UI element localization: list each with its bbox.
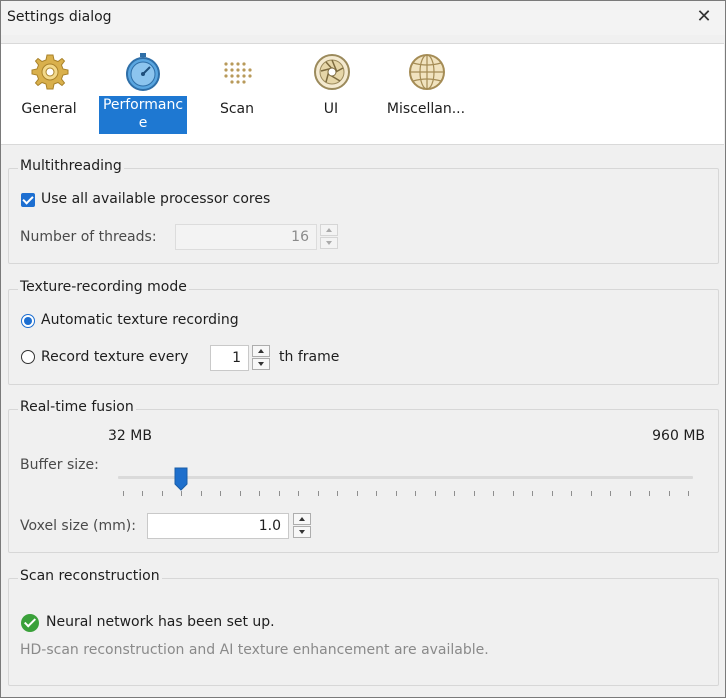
tab-general[interactable]: General <box>4 48 94 134</box>
voxel-size-stepper[interactable] <box>293 513 311 539</box>
multithreading-group: Multithreading <box>8 158 719 264</box>
slider-tick <box>552 491 553 496</box>
dialog-title: Settings dialog <box>7 9 112 25</box>
reconstruction-title: Scan reconstruction <box>18 568 162 584</box>
slider-tick <box>474 491 475 496</box>
reconstruction-status: Neural network has been set up. <box>46 614 275 630</box>
slider-tick <box>630 491 631 496</box>
buffer-size-slider-track[interactable] <box>118 476 693 479</box>
threads-decrement-button[interactable] <box>320 237 338 249</box>
slider-tick <box>513 491 514 496</box>
slider-tick <box>162 491 163 496</box>
texture-recording-title: Texture-recording mode <box>18 279 189 295</box>
slider-tick <box>142 491 143 496</box>
multithreading-title: Multithreading <box>18 158 124 174</box>
slider-tick <box>318 491 319 496</box>
buffer-min-label: 32 MB <box>108 428 152 444</box>
fusion-title: Real-time fusion <box>18 399 136 415</box>
threads-stepper[interactable] <box>320 224 338 250</box>
record-every-label: Record texture every <box>41 349 189 365</box>
settings-category-toolbar: General Performance Scan UI Miscellan... <box>1 43 724 145</box>
slider-tick <box>337 491 338 496</box>
slider-tick <box>415 491 416 496</box>
voxel-size-label: Voxel size (mm): <box>20 518 136 534</box>
record-every-radio[interactable] <box>21 350 35 364</box>
tab-miscellaneous-label: Miscellan... <box>386 101 466 117</box>
record-every-suffix: th frame <box>279 349 340 365</box>
slider-tick <box>201 491 202 496</box>
settings-dialog: Settings dialog ✕ General Performance Sc… <box>0 0 726 698</box>
stopwatch-icon <box>126 53 160 91</box>
slider-tick <box>220 491 221 496</box>
buffer-max-label: 960 MB <box>652 428 705 444</box>
slider-tick <box>532 491 533 496</box>
reconstruction-info: HD-scan reconstruction and AI texture en… <box>20 642 489 658</box>
slider-tick <box>259 491 260 496</box>
aperture-icon <box>314 54 350 90</box>
tab-scan-label: Scan <box>219 101 255 117</box>
record-every-stepper[interactable] <box>252 345 270 371</box>
slider-tick <box>181 491 182 496</box>
tab-ui-label: UI <box>323 101 339 117</box>
slider-tick <box>435 491 436 496</box>
slider-tick <box>688 491 689 496</box>
tab-performance[interactable]: Performance <box>97 48 187 134</box>
voxel-size-decrement-button[interactable] <box>293 526 311 538</box>
tab-ui[interactable]: UI <box>286 48 376 134</box>
record-every-increment-button[interactable] <box>252 345 270 357</box>
use-all-cores-checkbox[interactable] <box>21 193 35 207</box>
slider-tick <box>493 491 494 496</box>
slider-tick <box>376 491 377 496</box>
tab-performance-label: Performance <box>99 96 187 134</box>
threads-label: Number of threads: <box>20 229 157 245</box>
threads-increment-button[interactable] <box>320 224 338 236</box>
record-every-decrement-button[interactable] <box>252 358 270 370</box>
use-all-cores-label: Use all available processor cores <box>41 191 271 207</box>
record-every-input[interactable]: 1 <box>210 345 249 371</box>
slider-tick <box>571 491 572 496</box>
slider-tick <box>240 491 241 496</box>
check-circle-icon <box>21 614 39 632</box>
tab-general-label: General <box>21 101 77 117</box>
auto-texture-radio[interactable] <box>21 314 35 328</box>
slider-tick <box>649 491 650 496</box>
scan-dots-icon <box>224 62 252 84</box>
tab-scan[interactable]: Scan <box>192 48 282 134</box>
slider-tick <box>610 491 611 496</box>
globe-icon <box>409 54 445 90</box>
title-bar: Settings dialog ✕ <box>1 1 725 35</box>
slider-tick <box>669 491 670 496</box>
slider-tick <box>454 491 455 496</box>
slider-tick <box>357 491 358 496</box>
buffer-size-ticks <box>118 491 693 499</box>
close-icon[interactable]: ✕ <box>689 3 719 31</box>
slider-tick <box>123 491 124 496</box>
slider-tick <box>298 491 299 496</box>
texture-recording-group: Texture-recording mode <box>8 279 719 385</box>
slider-tick <box>591 491 592 496</box>
reconstruction-group: Scan reconstruction <box>8 568 719 686</box>
slider-tick <box>396 491 397 496</box>
buffer-size-slider-thumb[interactable] <box>174 467 188 491</box>
auto-texture-label: Automatic texture recording <box>41 312 239 328</box>
voxel-size-increment-button[interactable] <box>293 513 311 525</box>
buffer-size-label: Buffer size: <box>20 457 99 473</box>
threads-input[interactable]: 16 <box>175 224 317 250</box>
voxel-size-input[interactable]: 1.0 <box>147 513 289 539</box>
slider-tick <box>279 491 280 496</box>
gear-icon <box>31 54 69 90</box>
tab-miscellaneous[interactable]: Miscellan... <box>381 48 471 134</box>
